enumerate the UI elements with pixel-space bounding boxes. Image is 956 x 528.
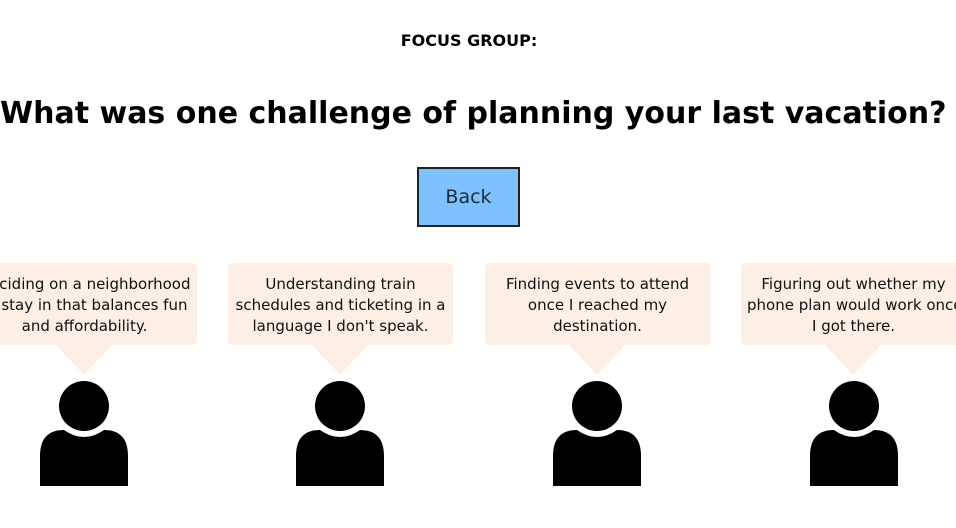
response-line: Finding events to attend — [505, 275, 690, 293]
speech-bubble-tail — [825, 345, 881, 375]
response-line: Deciding on a neighborhood — [0, 275, 191, 293]
response-line: Understanding train — [265, 275, 416, 293]
person-icon — [810, 380, 898, 486]
speech-bubble-tail — [569, 345, 625, 375]
focus-group-page: FOCUS GROUP: What was one challenge of p… — [0, 0, 956, 528]
response-line: once I reached my — [527, 296, 668, 314]
person-icon — [40, 380, 128, 486]
back-button[interactable]: Back — [417, 167, 520, 227]
response-line: phone plan would work once — [747, 296, 956, 314]
response-line: language I don't speak. — [252, 317, 429, 335]
response-line: schedules and ticketing in a — [235, 296, 446, 314]
speech-bubble: Finding events to attend once I reached … — [485, 263, 710, 345]
speech-bubble-tail — [312, 345, 368, 375]
response-line: I got there. — [812, 317, 895, 335]
response-line: destination. — [553, 317, 642, 335]
section-label: FOCUS GROUP: — [400, 31, 538, 50]
person-icon — [553, 380, 641, 486]
speech-bubble: Deciding on a neighborhood to stay in th… — [0, 263, 197, 345]
page-title: What was one challenge of planning your … — [0, 96, 947, 131]
speech-bubble-tail — [56, 345, 112, 375]
response-line: and affordability. — [21, 317, 148, 335]
speech-bubble: Understanding train schedules and ticket… — [228, 263, 453, 345]
response-line: to stay in that balances fun — [0, 296, 188, 314]
person-icon — [296, 380, 384, 486]
speech-bubble: Figuring out whether my phone plan would… — [741, 263, 956, 345]
response-line: Figuring out whether my — [761, 275, 946, 293]
